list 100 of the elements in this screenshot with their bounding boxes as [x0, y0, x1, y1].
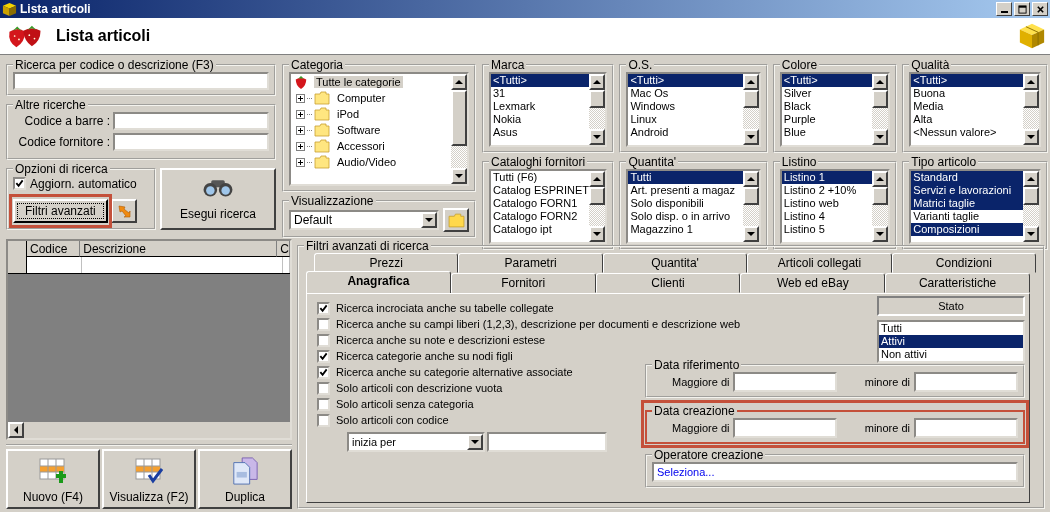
input-field[interactable]: [914, 418, 1018, 438]
column-header[interactable]: C: [277, 241, 290, 257]
tab[interactable]: Anagrafica: [306, 271, 451, 293]
list-item[interactable]: Solo disponibili: [628, 197, 743, 210]
input-field[interactable]: [914, 372, 1018, 392]
tree-item[interactable]: Accessori: [335, 140, 387, 152]
tree-item[interactable]: Audio/Video: [335, 156, 399, 168]
list-item[interactable]: Alta: [911, 113, 1023, 126]
checkbox[interactable]: [317, 381, 330, 395]
list-item[interactable]: Windows: [628, 100, 743, 113]
list-item[interactable]: <Tutti>: [911, 74, 1023, 87]
scrollbar[interactable]: [589, 74, 606, 145]
search-field[interactable]: [13, 72, 269, 90]
list-item[interactable]: Catalogo FORN2: [491, 210, 590, 223]
plus-box-icon[interactable]: [296, 125, 305, 135]
list-item[interactable]: Matrici taglie: [911, 197, 1023, 210]
list-item[interactable]: Non attivi: [879, 348, 1023, 361]
list-item[interactable]: Lexmark: [491, 100, 590, 113]
tab[interactable]: Prezzi: [314, 253, 459, 273]
input-field[interactable]: [487, 432, 607, 452]
scrollbar[interactable]: [872, 74, 889, 145]
list-item[interactable]: Listino web: [781, 197, 873, 210]
list-item[interactable]: Listino 2 +10%: [781, 184, 873, 197]
checkbox[interactable]: [13, 177, 26, 190]
list-item[interactable]: Nokia: [491, 113, 590, 126]
dropdown[interactable]: inizia per: [347, 432, 485, 452]
input-field[interactable]: [113, 133, 269, 151]
folder-button[interactable]: [443, 208, 469, 232]
column-header[interactable]: Descrizione: [80, 241, 278, 257]
list-item[interactable]: Blue: [781, 126, 873, 139]
tab[interactable]: Quantita': [602, 253, 748, 273]
search-button[interactable]: Esegui ricerca: [160, 168, 276, 230]
tab[interactable]: Articoli collegati: [747, 253, 892, 273]
action-button[interactable]: Visualizza (F2): [102, 449, 196, 509]
plus-box-icon[interactable]: [296, 157, 305, 167]
list-item[interactable]: Listino 4: [781, 210, 873, 223]
list-item[interactable]: <Tutti>: [628, 74, 743, 87]
checkbox[interactable]: [317, 317, 330, 331]
list-item[interactable]: Android: [628, 126, 743, 139]
list-item[interactable]: Black: [781, 100, 873, 113]
list-item[interactable]: Purple: [781, 113, 873, 126]
list-item[interactable]: Asus: [491, 126, 590, 139]
list-item[interactable]: <Nessun valore>: [911, 126, 1023, 139]
input-field[interactable]: [113, 112, 269, 130]
tab[interactable]: Web ed eBay: [740, 273, 886, 293]
tree-item[interactable]: Tutte le categorie: [314, 76, 403, 88]
tab[interactable]: Condizioni: [891, 253, 1037, 273]
list-item[interactable]: Listino 1: [781, 171, 873, 184]
list-item[interactable]: Tutti (F6): [491, 171, 590, 184]
tree-item[interactable]: Computer: [335, 92, 388, 104]
minimize-button[interactable]: [996, 2, 1012, 16]
tab[interactable]: Parametri: [458, 253, 603, 273]
action-button[interactable]: Duplica: [198, 449, 292, 509]
input-field[interactable]: [733, 418, 838, 438]
tab[interactable]: Caratteristiche: [885, 273, 1030, 293]
tab[interactable]: Clienti: [595, 273, 741, 293]
list-item[interactable]: Mac Os: [628, 87, 743, 100]
checkbox[interactable]: [317, 349, 330, 363]
list-item[interactable]: Listino 5: [781, 223, 873, 236]
list-item[interactable]: Magazzino 1: [628, 223, 743, 236]
list-item[interactable]: Varianti taglie: [911, 210, 1023, 223]
list-item[interactable]: Catalogo FORN1: [491, 197, 590, 210]
arrow-button[interactable]: [110, 199, 137, 223]
checkbox[interactable]: [317, 397, 330, 411]
advanced-filters-button[interactable]: Filtri avanzati: [13, 199, 108, 223]
scrollbar[interactable]: [872, 171, 889, 242]
list-item[interactable]: Servizi e lavorazioni: [911, 184, 1023, 197]
list-item[interactable]: Art. presenti a magaz: [628, 184, 743, 197]
plus-box-icon[interactable]: [296, 109, 305, 119]
input-field[interactable]: [733, 372, 838, 392]
list-item[interactable]: Solo disp. o in arrivo: [628, 210, 743, 223]
column-header[interactable]: Codice: [27, 241, 81, 257]
plus-box-icon[interactable]: [296, 93, 305, 103]
list-item[interactable]: Silver: [781, 87, 873, 100]
list-item[interactable]: Catalogo ipt: [491, 223, 590, 236]
list-item[interactable]: Standard: [911, 171, 1023, 184]
action-button[interactable]: Nuovo (F4): [6, 449, 100, 509]
tree-item[interactable]: Software: [335, 124, 383, 136]
scrollbar[interactable]: [1023, 74, 1039, 145]
list-item[interactable]: Attivi: [879, 335, 1023, 348]
checkbox[interactable]: [317, 365, 330, 379]
checkbox[interactable]: [317, 413, 330, 427]
scrollbar[interactable]: [451, 74, 467, 184]
list-item[interactable]: <Tutti>: [781, 74, 873, 87]
list-item[interactable]: Tutti: [628, 171, 743, 184]
checkbox[interactable]: [317, 333, 330, 347]
operator-field[interactable]: Seleziona...: [652, 462, 1018, 482]
scrollbar[interactable]: [1023, 171, 1039, 242]
list-item[interactable]: Media: [911, 100, 1023, 113]
list-item[interactable]: 31: [491, 87, 590, 100]
scrollbar[interactable]: [589, 171, 606, 242]
list-item[interactable]: <Tutti>: [491, 74, 590, 87]
scrollbar[interactable]: [742, 171, 759, 242]
plus-box-icon[interactable]: [296, 141, 305, 151]
list-item[interactable]: Catalog ESPRINET: [491, 184, 590, 197]
dropdown[interactable]: Default: [289, 210, 439, 230]
maximize-button[interactable]: [1014, 2, 1030, 16]
list-item[interactable]: Linux: [628, 113, 743, 126]
list-item[interactable]: Composizioni: [911, 223, 1023, 236]
scrollbar[interactable]: [742, 74, 759, 145]
